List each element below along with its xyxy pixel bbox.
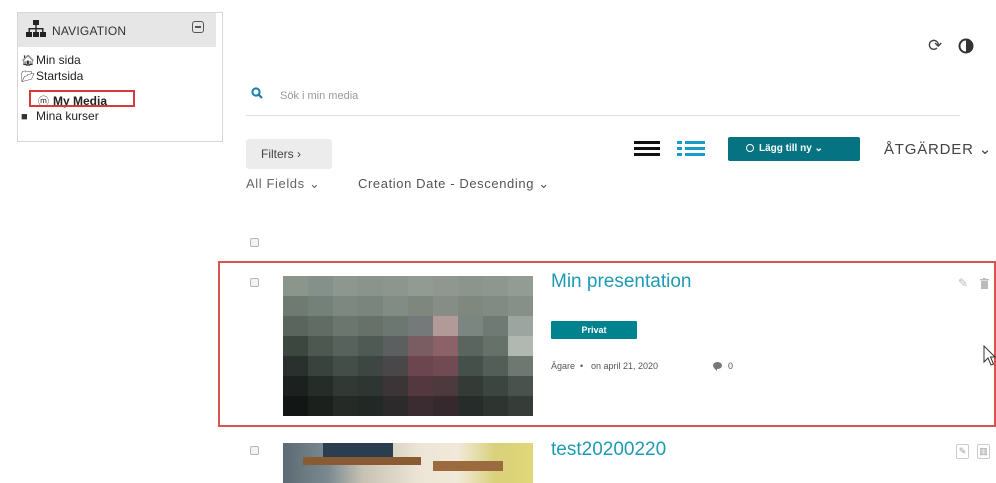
nav-item-mina-kurser[interactable]: ■ Mina kurser xyxy=(21,109,99,123)
navigation-header[interactable]: NAVIGATION xyxy=(18,13,216,47)
privacy-badge: Privat xyxy=(551,321,637,339)
entry-thumbnail[interactable] xyxy=(283,443,533,483)
detailed-view-icon[interactable] xyxy=(634,141,660,156)
filters-button[interactable]: Filters › xyxy=(246,139,332,169)
entry-owner: Ägare xyxy=(551,361,576,371)
entry-checkbox[interactable] xyxy=(250,278,259,287)
all-fields-dropdown[interactable]: All Fields ⌄ xyxy=(246,176,320,192)
search-input[interactable] xyxy=(280,86,960,106)
entry-checkbox[interactable] xyxy=(250,446,259,455)
nav-item-startsida[interactable]: 📂︎Startsida xyxy=(21,69,83,83)
entry-date: on april 21, 2020 xyxy=(591,361,659,371)
home-icon: 🏠︎ xyxy=(21,55,35,67)
nav-item-label: Startsida xyxy=(36,69,84,83)
entry-title[interactable]: test20200220 xyxy=(551,439,666,461)
my-media-highlight xyxy=(29,90,135,107)
nav-item-min-sida[interactable]: 🏠︎Min sida xyxy=(21,53,81,67)
collapse-icon[interactable] xyxy=(192,21,204,33)
folder-open-icon: 📂︎ xyxy=(21,71,35,83)
navigation-title: NAVIGATION xyxy=(52,24,127,38)
edit-icon[interactable]: ✎ xyxy=(956,444,969,459)
nav-item-label: Mina kurser xyxy=(36,109,99,123)
edit-icon[interactable]: ✎ xyxy=(958,276,968,290)
comment-count: 0 xyxy=(728,361,734,371)
plus-circle-icon xyxy=(746,144,754,152)
nav-item-label: Min sida xyxy=(36,53,81,67)
meta-separator: • xyxy=(580,361,584,371)
add-new-label: Lägg till ny ⌄ xyxy=(759,143,823,154)
refresh-icon[interactable]: ⟳ xyxy=(928,36,942,56)
entry-title[interactable]: Min presentation xyxy=(551,271,691,293)
mouse-cursor-icon xyxy=(983,345,996,366)
select-all-checkbox[interactable] xyxy=(250,238,259,247)
navigation-block: NAVIGATION 🏠︎Min sida 📂︎Startsida ⓜ My Me… xyxy=(17,12,223,142)
sitemap-icon xyxy=(26,20,46,37)
add-new-button[interactable]: Lägg till ny ⌄ xyxy=(728,137,860,161)
comment-icon xyxy=(713,362,722,371)
actions-dropdown[interactable]: ÅTGÄRDER ⌄ xyxy=(884,140,992,158)
delete-icon[interactable] xyxy=(980,278,989,289)
contrast-icon[interactable] xyxy=(958,38,974,54)
search-icon[interactable] xyxy=(251,87,263,99)
search-underline xyxy=(246,115,960,116)
list-view-icon[interactable] xyxy=(677,141,705,157)
delete-icon[interactable]: ▥ xyxy=(977,444,990,459)
entry-thumbnail[interactable] xyxy=(283,276,533,416)
folder-icon: ■ xyxy=(21,111,28,123)
sort-dropdown[interactable]: Creation Date - Descending ⌄ xyxy=(358,176,550,192)
